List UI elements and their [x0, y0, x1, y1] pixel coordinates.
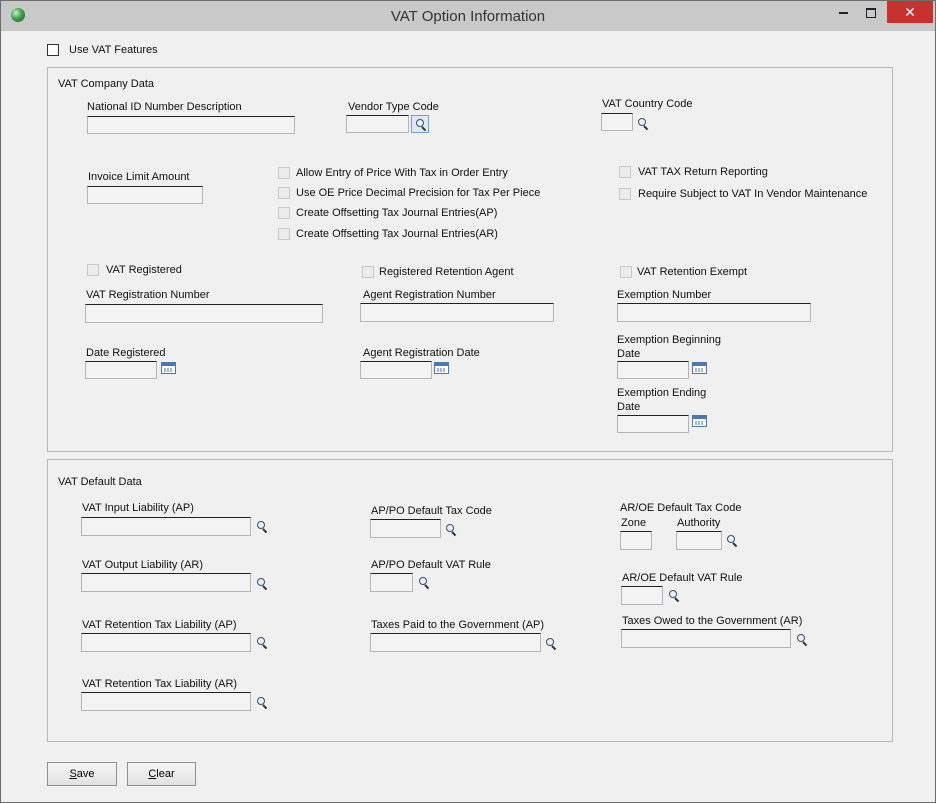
close-button[interactable]: ✕ — [887, 1, 933, 23]
vat-retention-exempt-label: VAT Retention Exempt — [637, 266, 748, 278]
aroe-authority-field[interactable] — [676, 531, 722, 550]
vat-input-liability-field[interactable] — [81, 517, 251, 536]
agent-registration-date-calendar-icon[interactable] — [434, 362, 449, 374]
vat-registration-number-label: VAT Registration Number — [86, 289, 210, 301]
vat-retention-ap-field[interactable] — [81, 633, 251, 652]
aroe-zone-label: Zone — [621, 517, 647, 529]
vendor-type-lookup-icon[interactable] — [411, 115, 429, 133]
vat-country-code-field[interactable] — [601, 113, 633, 131]
minimize-button[interactable] — [830, 1, 856, 23]
vat-retention-exempt-checkbox[interactable] — [620, 266, 632, 278]
taxes-paid-lookup-icon[interactable] — [544, 636, 558, 651]
save-button-mnemonic: S — [69, 768, 77, 780]
exemption-number-field[interactable] — [617, 303, 811, 322]
use-oe-price-decimal-checkbox[interactable] — [278, 187, 290, 199]
aroe-vat-rule-field[interactable] — [621, 586, 663, 605]
appo-vat-rule-lookup-icon[interactable] — [417, 575, 431, 590]
vat-country-code-label: VAT Country Code — [602, 98, 693, 110]
vat-option-window: VAT Option Information ✕ Use VAT Feature… — [0, 0, 936, 803]
vat-registered-label: VAT Registered — [106, 264, 182, 276]
agent-registration-date-label: Agent Registration Date — [363, 347, 480, 359]
title-bar[interactable]: VAT Option Information ✕ — [1, 1, 935, 31]
exemption-ending-label-line2: Date — [617, 401, 641, 413]
registered-retention-agent-label: Registered Retention Agent — [379, 266, 514, 278]
exemption-beginning-label-line1: Exemption Beginning — [617, 334, 721, 346]
appo-vat-rule-field[interactable] — [370, 573, 413, 592]
exemption-number-label: Exemption Number — [617, 289, 712, 301]
aroe-zone-field[interactable] — [620, 531, 652, 550]
vat-input-liability-label: VAT Input Liability (AP) — [82, 502, 194, 514]
maximize-icon — [866, 7, 876, 18]
require-subject-to-vat-label: Require Subject to VAT In Vendor Mainten… — [638, 188, 868, 200]
aroe-vat-rule-label: AR/OE Default VAT Rule — [622, 572, 743, 584]
aroe-vat-rule-lookup-icon[interactable] — [667, 588, 681, 603]
invoice-limit-field[interactable] — [87, 186, 203, 204]
vat-input-liability-lookup-icon[interactable] — [255, 519, 269, 534]
vat-output-liability-label: VAT Output Liability (AR) — [82, 559, 204, 571]
vat-retention-ar-lookup-icon[interactable] — [255, 695, 269, 710]
taxes-paid-field[interactable] — [370, 633, 541, 652]
vat-retention-ap-lookup-icon[interactable] — [255, 635, 269, 650]
vat-retention-ar-field[interactable] — [81, 692, 251, 711]
save-button-label: ave — [76, 768, 95, 780]
vat-country-lookup-icon[interactable] — [636, 116, 650, 131]
date-registered-label: Date Registered — [86, 347, 166, 359]
save-button[interactable]: Save — [47, 762, 117, 786]
vat-default-data-heading: VAT Default Data — [58, 476, 142, 488]
vat-registration-number-field[interactable] — [85, 304, 323, 323]
vat-tax-return-reporting-checkbox[interactable] — [619, 166, 631, 178]
vendor-type-code-label: Vendor Type Code — [348, 101, 439, 113]
allow-price-with-tax-checkbox[interactable] — [278, 167, 290, 179]
vat-output-liability-field[interactable] — [81, 573, 251, 592]
aroe-tax-code-lookup-icon[interactable] — [725, 533, 739, 548]
use-oe-price-decimal-label: Use OE Price Decimal Precision for Tax P… — [296, 187, 541, 199]
vat-registered-checkbox[interactable] — [87, 264, 99, 276]
window-title: VAT Option Information — [390, 8, 546, 25]
vat-retention-ap-label: VAT Retention Tax Liability (AP) — [82, 619, 237, 631]
use-vat-features-label: Use VAT Features — [69, 44, 158, 56]
appo-vat-rule-label: AP/PO Default VAT Rule — [371, 559, 491, 571]
exemption-ending-date-field[interactable] — [617, 415, 689, 433]
use-vat-features-checkbox[interactable] — [47, 44, 59, 56]
agent-registration-date-field[interactable] — [360, 361, 432, 379]
appo-tax-code-lookup-icon[interactable] — [444, 522, 458, 537]
vat-output-liability-lookup-icon[interactable] — [255, 576, 269, 591]
minimize-icon — [838, 11, 848, 14]
taxes-owed-label: Taxes Owed to the Government (AR) — [622, 615, 803, 627]
vat-retention-ar-label: VAT Retention Tax Liability (AR) — [82, 678, 238, 690]
require-subject-to-vat-checkbox[interactable] — [619, 188, 631, 200]
exemption-ending-label-line1: Exemption Ending — [617, 387, 707, 399]
agent-registration-number-label: Agent Registration Number — [363, 289, 496, 301]
vat-company-data-heading: VAT Company Data — [58, 78, 154, 90]
aroe-tax-code-label: AR/OE Default Tax Code — [620, 502, 742, 514]
create-offset-ar-checkbox[interactable] — [278, 228, 290, 240]
exemption-beginning-calendar-icon[interactable] — [692, 362, 707, 374]
agent-registration-number-field[interactable] — [360, 303, 554, 322]
aroe-authority-label: Authority — [677, 517, 721, 529]
create-offset-ar-label: Create Offsetting Tax Journal Entries(AR… — [296, 228, 498, 240]
taxes-paid-label: Taxes Paid to the Government (AP) — [371, 619, 545, 631]
exemption-beginning-label-line2: Date — [617, 348, 641, 360]
date-registered-calendar-icon[interactable] — [161, 362, 176, 374]
maximize-button[interactable] — [858, 1, 884, 23]
clear-button[interactable]: Clear — [127, 762, 196, 786]
clear-button-label: lear — [156, 768, 175, 780]
dialog-client-area: Use VAT Features VAT Company Data Nation… — [9, 31, 927, 794]
taxes-owed-field[interactable] — [621, 629, 791, 648]
create-offset-ap-label: Create Offsetting Tax Journal Entries(AP… — [296, 207, 498, 219]
vendor-type-code-field[interactable] — [346, 115, 409, 133]
registered-retention-agent-checkbox[interactable] — [362, 266, 374, 278]
taxes-owed-lookup-icon[interactable] — [795, 632, 809, 647]
national-id-desc-field[interactable] — [87, 116, 295, 134]
appo-tax-code-field[interactable] — [370, 519, 441, 538]
exemption-beginning-date-field[interactable] — [617, 361, 689, 379]
date-registered-field[interactable] — [85, 361, 157, 379]
appo-tax-code-label: AP/PO Default Tax Code — [371, 505, 492, 517]
vat-tax-return-reporting-label: VAT TAX Return Reporting — [638, 166, 768, 178]
invoice-limit-label: Invoice Limit Amount — [88, 171, 190, 183]
allow-price-with-tax-label: Allow Entry of Price With Tax in Order E… — [296, 167, 508, 179]
exemption-ending-calendar-icon[interactable] — [692, 415, 707, 427]
national-id-desc-label: National ID Number Description — [87, 101, 242, 113]
create-offset-ap-checkbox[interactable] — [278, 207, 290, 219]
